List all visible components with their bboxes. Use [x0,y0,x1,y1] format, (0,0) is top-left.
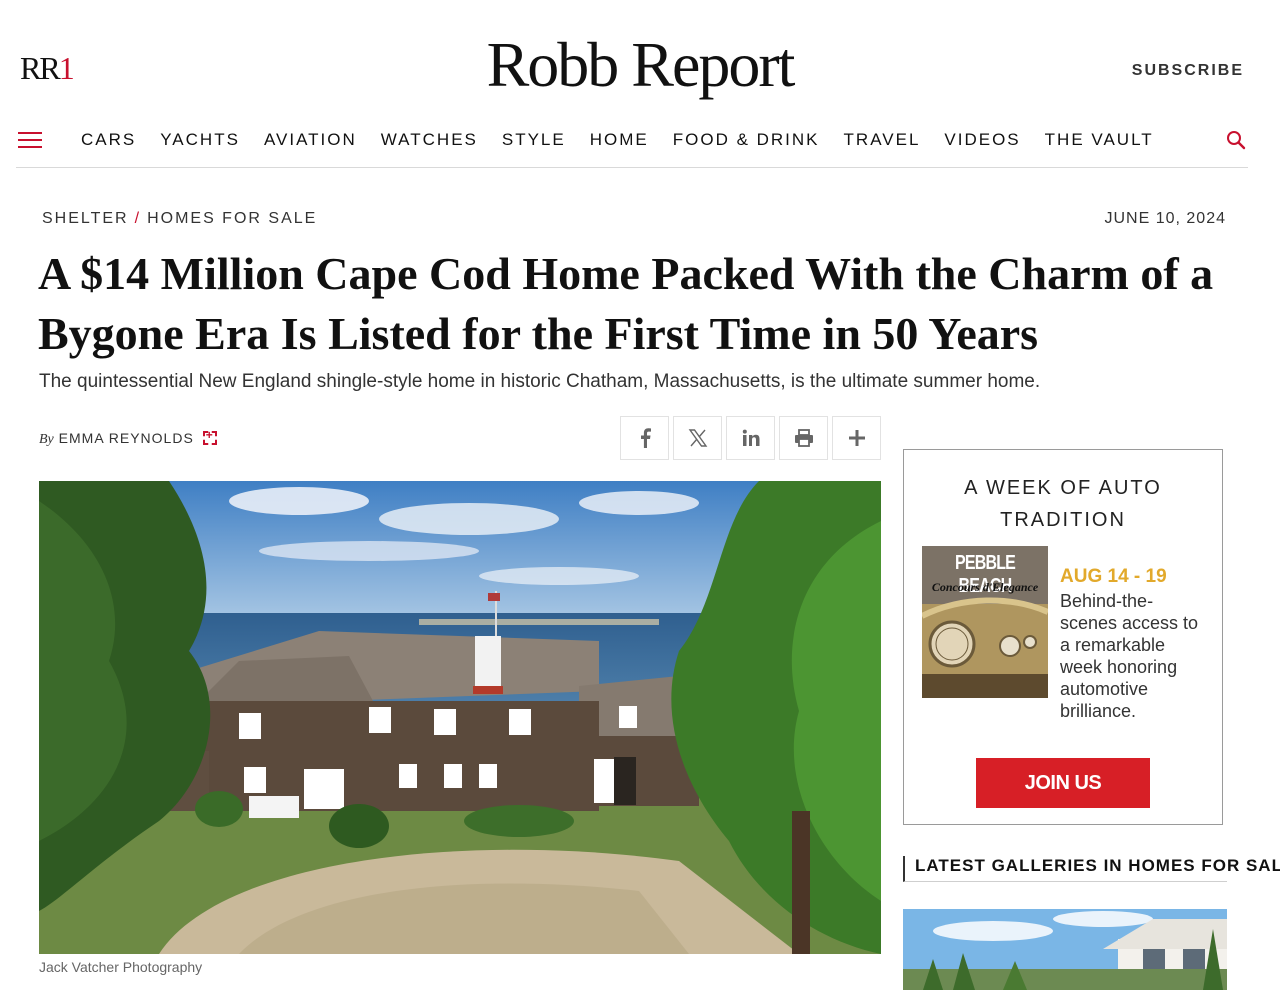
x-icon [688,429,707,447]
ad-title: A WEEK OF AUTO TRADITION [964,477,1162,531]
hero-image[interactable] [39,481,881,954]
author-badge-icon [202,428,217,445]
nav-item-food-drink[interactable]: FOOD & DRINK [673,130,820,150]
nav-item-style[interactable]: STYLE [502,130,566,150]
car-dashboard-graphic [922,597,1048,698]
join-us-button[interactable]: JOIN US [976,758,1150,808]
share-bar [620,416,881,460]
site-header: RR1 Robb Report SUBSCRIBE [0,0,1280,120]
main-nav: CARS YACHTS AVIATION WATCHES STYLE HOME … [16,122,1248,168]
breadcrumb: SHELTER / HOMES FOR SALE [42,210,317,228]
nav-item-cars[interactable]: CARS [81,130,136,150]
plus-icon [848,430,865,446]
photo-credit: Jack Vatcher Photography [39,959,203,975]
x-share-button[interactable] [673,416,722,460]
search-icon[interactable] [1226,130,1246,150]
ad-image[interactable]: PEBBLE BEACH Concours d'Elegance [922,546,1048,698]
nav-items: CARS YACHTS AVIATION WATCHES STYLE HOME … [81,130,1178,150]
more-share-button[interactable] [832,416,881,460]
nav-item-videos[interactable]: VIDEOS [944,130,1020,150]
ad-dates: AUG 14 - 19 [1060,566,1167,587]
byline: By EMMA REYNOLDS [39,428,217,448]
breadcrumb-shelter[interactable]: SHELTER [42,210,129,227]
galleries-heading-text: LATEST GALLERIES IN HOMES FOR SALE [915,856,1280,875]
nav-item-watches[interactable]: WATCHES [381,130,478,150]
facebook-share-button[interactable] [620,416,669,460]
brand-logo[interactable]: Robb Report [0,28,1280,102]
author-link[interactable]: EMMA REYNOLDS [59,430,194,446]
nav-item-yachts[interactable]: YACHTS [160,130,240,150]
sidebar-ad: A WEEK OF AUTO TRADITION PEBBLE BEACH Co… [903,449,1223,825]
nav-item-the-vault[interactable]: THE VAULT [1045,130,1154,150]
ad-text: Behind-the-scenes access to a remarkable… [1060,591,1199,721]
article-headline: A $14 Million Cape Cod Home Packed With … [38,248,1214,359]
nav-item-home[interactable]: HOME [590,130,649,150]
print-button[interactable] [779,416,828,460]
nav-item-travel[interactable]: TRAVEL [844,130,921,150]
facebook-icon [640,428,651,448]
breadcrumb-homes-for-sale[interactable]: HOMES FOR SALE [147,210,317,227]
menu-icon[interactable] [18,132,42,150]
nav-item-aviation[interactable]: AVIATION [264,130,357,150]
gallery-thumbnail-image [903,909,1227,990]
galleries-heading: LATEST GALLERIES IN HOMES FOR SALE [903,856,1280,882]
gallery-thumbnail[interactable] [903,909,1227,990]
linkedin-icon [742,429,759,446]
house-photo [39,481,881,954]
subscribe-link[interactable]: SUBSCRIBE [1132,62,1244,80]
publish-date: JUNE 10, 2024 [1104,210,1226,227]
linkedin-share-button[interactable] [726,416,775,460]
article-dek: The quintessential New England shingle-s… [39,371,1041,392]
print-icon [794,429,813,447]
byline-prefix: By [39,432,54,447]
breadcrumb-separator: / [134,210,142,227]
